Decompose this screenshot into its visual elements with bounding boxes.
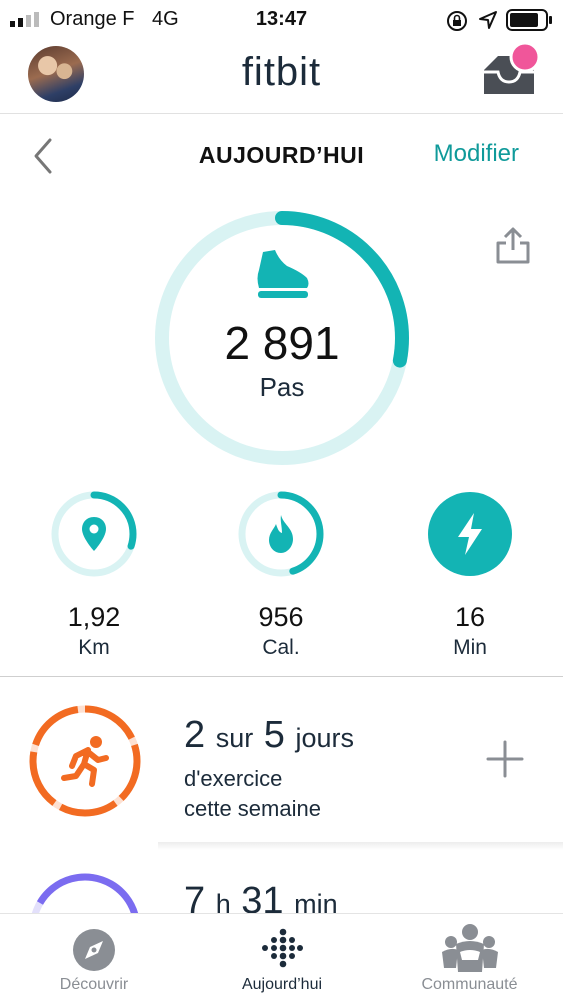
share-button[interactable] xyxy=(494,226,532,266)
distance-stat[interactable] xyxy=(50,490,138,578)
calories-value: 956 xyxy=(258,602,304,632)
exercise-summary: 2 sur 5 jours xyxy=(184,714,354,757)
tab-today-label: Aujourd’hui xyxy=(241,976,323,993)
compass-icon xyxy=(73,929,115,971)
active-minutes-value: 16 xyxy=(454,602,486,632)
sleep-card[interactable]: 7 h 31 min xyxy=(0,856,563,914)
header-divider xyxy=(0,113,563,114)
location-arrow-icon xyxy=(479,11,497,29)
exercise-subtitle-line2: cette semaine xyxy=(184,796,321,821)
card-shadow xyxy=(158,842,563,850)
tab-community[interactable]: Communauté xyxy=(376,914,563,1000)
distance-value: 1,92 xyxy=(67,602,121,632)
sleep-h-unit: h xyxy=(215,889,231,914)
add-exercise-button[interactable] xyxy=(484,738,526,780)
exercise-sur: sur xyxy=(215,723,254,753)
calories-unit: Cal. xyxy=(262,636,300,659)
steps-label: Pas xyxy=(259,372,305,402)
runner-icon xyxy=(61,736,109,787)
notification-dot-icon xyxy=(509,41,541,73)
plus-icon xyxy=(486,740,524,778)
active-minutes-stat[interactable] xyxy=(426,490,514,578)
edit-button[interactable]: Modifier xyxy=(434,140,519,168)
inbox-button[interactable] xyxy=(478,41,542,100)
battery-icon xyxy=(506,9,552,31)
lightning-icon xyxy=(458,513,482,555)
status-bar: Orange F 4G 13:47 xyxy=(0,0,563,40)
flame-icon xyxy=(269,515,293,553)
exercise-subtitle-line1: d'exercice xyxy=(184,766,283,791)
shoe-icon xyxy=(257,250,309,298)
tab-today[interactable]: Aujourd’hui xyxy=(188,914,376,1000)
tab-discover-label: Découvrir xyxy=(59,976,129,993)
share-icon xyxy=(496,227,530,264)
sleep-summary: 7 h 31 min xyxy=(184,880,338,914)
distance-unit: Km xyxy=(78,636,110,659)
tab-community-label: Communauté xyxy=(421,976,518,993)
exercise-days-goal: 5 xyxy=(263,714,285,756)
calories-stat[interactable] xyxy=(237,490,325,578)
community-icon xyxy=(442,924,498,972)
exercise-unit: jours xyxy=(295,723,355,753)
sleep-minutes: 31 xyxy=(241,880,284,914)
tab-discover[interactable]: Découvrir xyxy=(0,914,188,1000)
fitbit-dots-icon xyxy=(262,928,303,968)
sleep-min-unit: min xyxy=(294,889,338,914)
active-minutes-unit: Min xyxy=(453,636,487,659)
tab-bar: Découvrir Aujourd’hui Communauté xyxy=(0,913,563,1000)
sleep-hours: 7 xyxy=(184,880,206,914)
steps-count: 2 891 xyxy=(224,317,340,369)
location-pin-icon xyxy=(82,517,106,551)
sleep-ring xyxy=(29,873,141,914)
rotation-lock-icon xyxy=(447,11,467,31)
exercise-days-done: 2 xyxy=(184,714,206,756)
